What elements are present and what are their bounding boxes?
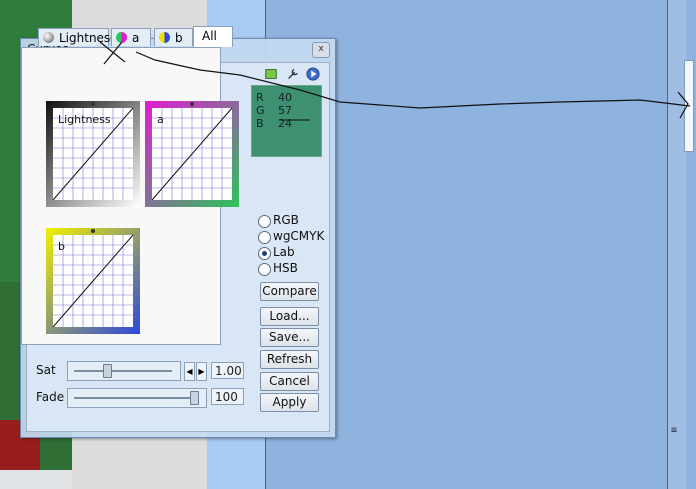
tab-label: b [175,31,183,45]
sat-increment-button[interactable]: ▶ [196,362,207,381]
sat-slider-groove [74,370,172,372]
radio-label-hsb: HSB [273,261,298,275]
tab-lightness[interactable]: Lightness [38,28,116,46]
save-button[interactable]: Save... [260,328,319,347]
curve-label: a [157,113,164,126]
tab-all[interactable]: All [193,26,233,47]
curve-label: b [58,240,65,253]
a-curve-box[interactable]: a [145,101,239,207]
fade-slider-thumb[interactable] [190,391,199,405]
tab-a[interactable]: a [111,28,151,46]
sat-decrement-button[interactable]: ◀ [184,362,195,381]
g-readout: G 57 [256,104,292,117]
fade-slider-groove [74,397,198,399]
tab-b[interactable]: b [154,28,193,46]
tab-label: a [132,31,140,45]
radio-label-rgb: RGB [273,213,299,227]
sat-slider-thumb[interactable] [103,364,112,378]
radio-lab[interactable] [258,247,271,260]
b-readout: B 24 [256,117,292,130]
tab-label: Lightness [59,31,117,45]
tab-label: All [202,29,217,43]
scrollbar-grip-icon: ≡ [671,425,678,436]
load-button[interactable]: Load... [260,307,319,326]
eyedropper-icon[interactable] [264,67,278,81]
fade-label: Fade [36,390,65,404]
radio-rgb[interactable] [258,215,271,228]
compare-button[interactable]: Compare [260,282,319,301]
r-label: R [256,91,264,104]
cancel-button[interactable]: Cancel [260,372,319,391]
apply-button[interactable]: Apply [260,393,319,412]
b-curve-box[interactable]: b [46,228,140,334]
sat-label: Sat [36,363,56,377]
a-channel-icon [116,32,127,43]
g-value: 57 [278,104,292,117]
close-button[interactable]: x [312,42,330,58]
curve-label: Lightness [58,113,111,126]
lightness-icon [43,32,54,43]
r-readout: R 40 [256,91,292,104]
refresh-button[interactable]: Refresh [260,350,319,369]
radio-wgcmyk[interactable] [258,231,271,244]
radio-label-wgcmyk: wgCMYK [273,229,325,243]
r-value: 40 [278,91,292,104]
fade-value-field[interactable]: 100 [211,388,244,405]
scrollbar-thumb[interactable] [684,60,694,152]
radio-label-lab: Lab [273,245,295,259]
b-channel-icon [159,32,170,43]
play-icon[interactable] [306,67,320,81]
b-label: B [256,117,264,130]
sat-value-field[interactable]: 1.00 [211,362,244,379]
g-label: G [256,104,265,117]
b-value: 24 [278,117,292,130]
settings-icon[interactable] [286,67,300,81]
radio-hsb[interactable] [258,263,271,276]
lightness-curve-box[interactable]: Lightness [46,101,140,207]
